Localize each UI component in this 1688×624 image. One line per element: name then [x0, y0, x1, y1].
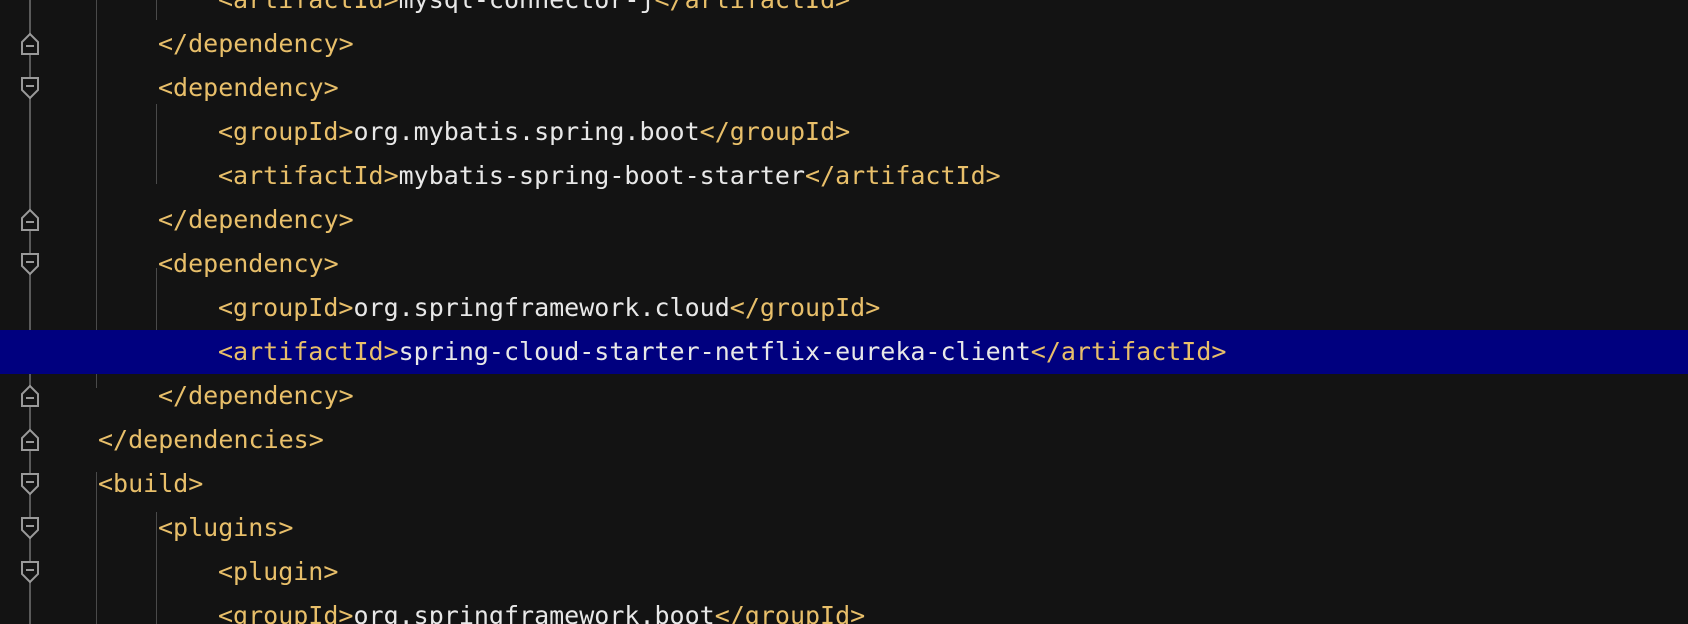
fold-end-icon[interactable] — [19, 427, 41, 453]
code-text: <dependency> — [158, 66, 339, 110]
fold-expanded-icon[interactable] — [19, 471, 41, 497]
code-text: <artifactId>spring-cloud-starter-netflix… — [218, 330, 1226, 374]
code-text: </dependencies> — [98, 418, 324, 462]
xml-tag: <plugins> — [158, 513, 294, 542]
fold-expanded-icon[interactable] — [19, 251, 41, 277]
xml-value: spring-cloud-starter-netflix-eureka-clie… — [398, 337, 1031, 366]
code-text: </dependency> — [158, 374, 354, 418]
xml-tag: <artifactId> — [218, 161, 399, 190]
xml-tag: <groupId> — [218, 601, 354, 624]
code-line[interactable]: <plugins> — [0, 506, 1688, 550]
xml-tag-close: </groupId> — [699, 117, 851, 146]
fold-expanded-icon[interactable] — [19, 559, 41, 585]
code-line[interactable]: <groupId>org.springframework.boot</group… — [0, 594, 1688, 624]
code-line-current[interactable]: <artifactId>spring-cloud-starter-netflix… — [0, 330, 1688, 374]
xml-tag: </dependency> — [158, 381, 354, 410]
xml-tag: <artifactId> — [218, 337, 399, 366]
code-line[interactable]: <groupId>org.mybatis.spring.boot</groupI… — [0, 110, 1688, 154]
xml-value: mysql-connector-j — [399, 0, 655, 14]
code-line[interactable]: </dependency> — [0, 374, 1688, 418]
fold-expanded-icon[interactable] — [19, 515, 41, 541]
xml-tag: <plugin> — [218, 557, 339, 586]
code-text: <plugins> — [158, 506, 293, 550]
xml-tag: <dependency> — [158, 73, 339, 102]
code-text: <artifactId>mysql-connector-j</artifactI… — [218, 0, 850, 22]
xml-tag: <build> — [98, 469, 204, 498]
xml-tag: <groupId> — [218, 293, 354, 322]
code-line[interactable]: </dependencies> — [0, 418, 1688, 462]
code-text: <plugin> — [218, 550, 338, 594]
code-line[interactable]: </dependency> — [0, 198, 1688, 242]
xml-tag-close: </groupId> — [714, 601, 866, 624]
fold-expanded-icon[interactable] — [19, 75, 41, 101]
code-line[interactable]: <groupId>org.springframework.cloud</grou… — [0, 286, 1688, 330]
code-line[interactable]: <build> — [0, 462, 1688, 506]
xml-tag: </dependency> — [158, 205, 354, 234]
code-text: <build> — [98, 462, 203, 506]
code-editor[interactable]: <artifactId>mysql-connector-j</artifactI… — [0, 0, 1688, 624]
xml-value: org.mybatis.spring.boot — [353, 117, 700, 146]
xml-tag-close: </artifactId> — [655, 0, 851, 14]
code-line[interactable]: <dependency> — [0, 66, 1688, 110]
code-text: <groupId>org.springframework.boot</group… — [218, 594, 865, 624]
code-text: </dependency> — [158, 22, 354, 66]
fold-end-icon[interactable] — [19, 31, 41, 57]
code-line[interactable]: <plugin> — [0, 550, 1688, 594]
xml-tag-close: </artifactId> — [805, 161, 1001, 190]
xml-tag: </dependencies> — [98, 425, 324, 454]
xml-tag: <dependency> — [158, 249, 339, 278]
code-text: <groupId>org.mybatis.spring.boot</groupI… — [218, 110, 850, 154]
xml-tag: <artifactId> — [218, 0, 399, 14]
fold-end-icon[interactable] — [19, 207, 41, 233]
xml-value: org.springframework.boot — [353, 601, 715, 624]
code-line[interactable]: <artifactId>mysql-connector-j</artifactI… — [0, 0, 1688, 22]
code-line[interactable]: </dependency> — [0, 22, 1688, 66]
fold-end-icon[interactable] — [19, 383, 41, 409]
code-text: <dependency> — [158, 242, 339, 286]
code-text: <artifactId>mybatis-spring-boot-starter<… — [218, 154, 1001, 198]
xml-value: org.springframework.cloud — [353, 293, 730, 322]
xml-tag-close: </groupId> — [729, 293, 881, 322]
code-text: <groupId>org.springframework.cloud</grou… — [218, 286, 880, 330]
code-line[interactable]: <dependency> — [0, 242, 1688, 286]
xml-tag-close: </artifactId> — [1030, 337, 1227, 366]
xml-value: mybatis-spring-boot-starter — [398, 161, 806, 190]
code-line[interactable]: <artifactId>mybatis-spring-boot-starter<… — [0, 154, 1688, 198]
xml-tag: </dependency> — [158, 29, 354, 58]
code-text: </dependency> — [158, 198, 354, 242]
xml-tag: <groupId> — [218, 117, 354, 146]
